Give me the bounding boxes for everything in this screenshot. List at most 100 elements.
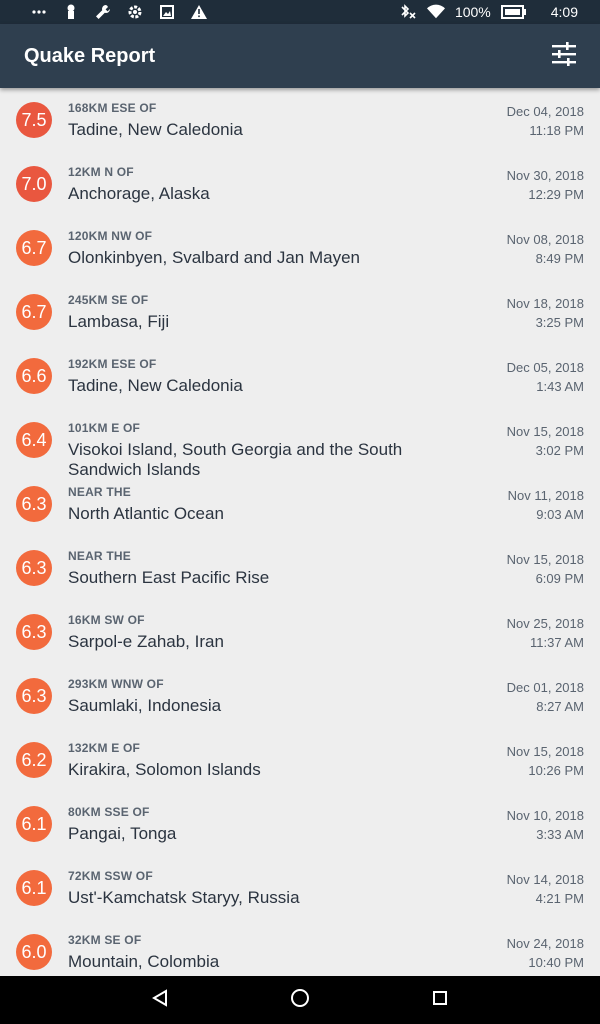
date-time: Nov 15, 2018 3:02 PM — [507, 422, 584, 460]
primary-location: Tadine, New Caledonia — [68, 376, 243, 395]
primary-location: Mountain, Colombia — [68, 952, 220, 971]
location-block: 245KM SE OF Lambasa, Fiji — [68, 292, 440, 332]
quake-date: Dec 04, 2018 — [506, 104, 584, 119]
quake-list-item[interactable]: 6.3 NEAR THE North Atlantic Ocean Nov 11, 2… — [0, 472, 600, 536]
quake-time: 3:25 PM — [535, 315, 584, 330]
gear-icon — [126, 3, 144, 21]
more-icon — [30, 3, 48, 21]
date-time: Nov 15, 2018 10:26 PM — [507, 742, 584, 780]
quake-list-item[interactable]: 6.7 120KM NW OF Olonkinbyen, Svalbard and … — [0, 216, 600, 280]
quake-date: Nov 18, 2018 — [506, 296, 584, 311]
quake-list-item[interactable]: 6.4 101KM E OF Visokoi Island, South Georg… — [0, 408, 600, 479]
filter-button[interactable] — [540, 32, 588, 80]
quake-date: Nov 10, 2018 — [506, 808, 584, 823]
status-bar: 100% 4:09 — [0, 0, 600, 24]
date-time: Nov 24, 2018 10:40 PM — [507, 934, 584, 972]
quake-time: 9:03 AM — [536, 507, 584, 522]
location-block: 72KM SSW OF Ust'-Kamchatsk Staryy, Russia — [68, 868, 440, 908]
magnitude-badge: 6.3 — [16, 678, 52, 714]
quake-time: 1:43 AM — [536, 379, 584, 394]
location-block: 32KM SE OF Mountain, Colombia — [68, 932, 440, 972]
location-offset: 168KM ESE OF — [68, 101, 157, 115]
quake-list-item[interactable]: 6.3 293KM WNW OF Saumlaki, Indonesia Dec 01… — [0, 664, 600, 728]
earthquake-list[interactable]: 7.5 168KM ESE OF Tadine, New Caledonia Dec … — [0, 88, 600, 976]
primary-location: Tadine, New Caledonia — [68, 120, 243, 139]
quake-time: 3:33 AM — [536, 827, 584, 842]
location-block: 132KM E OF Kirakira, Solomon Islands — [68, 740, 440, 780]
location-offset: 80KM SSE OF — [68, 805, 150, 819]
wifi-icon — [426, 3, 445, 21]
battery-icon — [500, 3, 527, 21]
location-offset: 72KM SSW OF — [68, 869, 153, 883]
quake-list-item[interactable]: 6.7 245KM SE OF Lambasa, Fiji Nov 18, 2018 3… — [0, 280, 600, 344]
date-time: Nov 18, 2018 3:25 PM — [507, 294, 584, 332]
battery-percent: 100% — [454, 4, 491, 20]
magnitude-badge: 6.3 — [16, 550, 52, 586]
magnitude-badge: 6.7 — [16, 294, 52, 330]
quake-time: 12:29 PM — [528, 187, 584, 202]
magnitude-badge: 6.6 — [16, 358, 52, 394]
quake-list-item[interactable]: 6.3 16KM SW OF Sarpol-e Zahab, Iran Nov 25,… — [0, 600, 600, 664]
location-block: 168KM ESE OF Tadine, New Caledonia — [68, 100, 440, 140]
location-block: 293KM WNW OF Saumlaki, Indonesia — [68, 676, 440, 716]
recents-button[interactable] — [420, 980, 460, 1020]
quake-time: 3:02 PM — [535, 443, 584, 458]
magnitude-badge: 6.3 — [16, 614, 52, 650]
date-time: Dec 04, 2018 11:18 PM — [507, 102, 584, 140]
location-offset: 245KM SE OF — [68, 293, 149, 307]
magnitude-badge: 6.1 — [16, 806, 52, 842]
quake-list-item[interactable]: 7.0 12KM N OF Anchorage, Alaska Nov 30, 201… — [0, 152, 600, 216]
quake-time: 10:40 PM — [528, 955, 584, 970]
primary-location: Anchorage, Alaska — [68, 184, 210, 203]
home-button[interactable] — [280, 980, 320, 1020]
quake-list-item[interactable]: 6.0 32KM SE OF Mountain, Colombia Nov 24, 2… — [0, 920, 600, 976]
quake-date: Nov 14, 2018 — [506, 872, 584, 887]
location-block: 192KM ESE OF Tadine, New Caledonia — [68, 356, 440, 396]
quake-date: Nov 11, 2018 — [507, 488, 584, 503]
notification-icon — [62, 3, 80, 21]
quake-list-item[interactable]: 6.6 192KM ESE OF Tadine, New Caledonia Dec … — [0, 344, 600, 408]
quake-list-item[interactable]: 6.2 132KM E OF Kirakira, Solomon Islands No… — [0, 728, 600, 792]
page-title: Quake Report — [24, 44, 156, 67]
date-time: Dec 05, 2018 1:43 AM — [507, 358, 584, 396]
primary-location: Olonkinbyen, Svalbard and Jan Mayen — [68, 248, 361, 267]
quake-date: Nov 15, 2018 — [506, 552, 584, 567]
location-block: 80KM SSE OF Pangai, Tonga — [68, 804, 440, 844]
location-offset: 192KM ESE OF — [68, 357, 157, 371]
quake-time: 4:21 PM — [535, 891, 584, 906]
quake-list-item[interactable]: 6.3 NEAR THE Southern East Pacific Rise Nov… — [0, 536, 600, 600]
app-bar: Quake Report — [0, 24, 600, 88]
date-time: Nov 25, 2018 11:37 AM — [507, 614, 584, 652]
quake-list-item[interactable]: 6.1 80KM SSE OF Pangai, Tonga Nov 10, 2018 3… — [0, 792, 600, 856]
quake-time: 11:18 PM — [529, 123, 584, 138]
bluetooth-off-icon — [399, 3, 417, 21]
quake-time: 6:09 PM — [535, 571, 584, 586]
image-icon — [158, 3, 176, 21]
magnitude-badge: 7.5 — [16, 102, 52, 138]
date-time: Nov 14, 2018 4:21 PM — [507, 870, 584, 908]
location-offset: NEAR THE — [68, 549, 131, 563]
quake-date: Nov 25, 2018 — [506, 616, 584, 631]
primary-location: Lambasa, Fiji — [68, 312, 170, 331]
date-time: Nov 15, 2018 6:09 PM — [507, 550, 584, 588]
primary-location: North Atlantic Ocean — [68, 504, 224, 523]
clock: 4:09 — [550, 4, 578, 20]
date-time: Dec 01, 2018 8:27 AM — [507, 678, 584, 716]
status-left-icons — [0, 3, 208, 21]
location-offset: 132KM E OF — [68, 741, 141, 755]
location-block: 101KM E OF Visokoi Island, South Georgia … — [68, 420, 440, 480]
quake-list-item[interactable]: 7.5 168KM ESE OF Tadine, New Caledonia Dec … — [0, 88, 600, 152]
magnitude-badge: 6.2 — [16, 742, 52, 778]
quake-list-item[interactable]: 6.1 72KM SSW OF Ust'-Kamchatsk Staryy, Rus… — [0, 856, 600, 920]
location-block: NEAR THE Southern East Pacific Rise — [68, 548, 440, 588]
location-offset: 293KM WNW OF — [68, 677, 164, 691]
location-block: NEAR THE North Atlantic Ocean — [68, 484, 440, 524]
quake-date: Nov 15, 2018 — [506, 424, 584, 439]
location-offset: 12KM N OF — [68, 165, 134, 179]
location-offset: 120KM NW OF — [68, 229, 153, 243]
quake-date: Nov 08, 2018 — [506, 232, 584, 247]
filter-icon — [551, 41, 577, 71]
back-icon — [151, 988, 169, 1012]
quake-time: 10:26 PM — [528, 763, 584, 778]
back-button[interactable] — [140, 980, 180, 1020]
